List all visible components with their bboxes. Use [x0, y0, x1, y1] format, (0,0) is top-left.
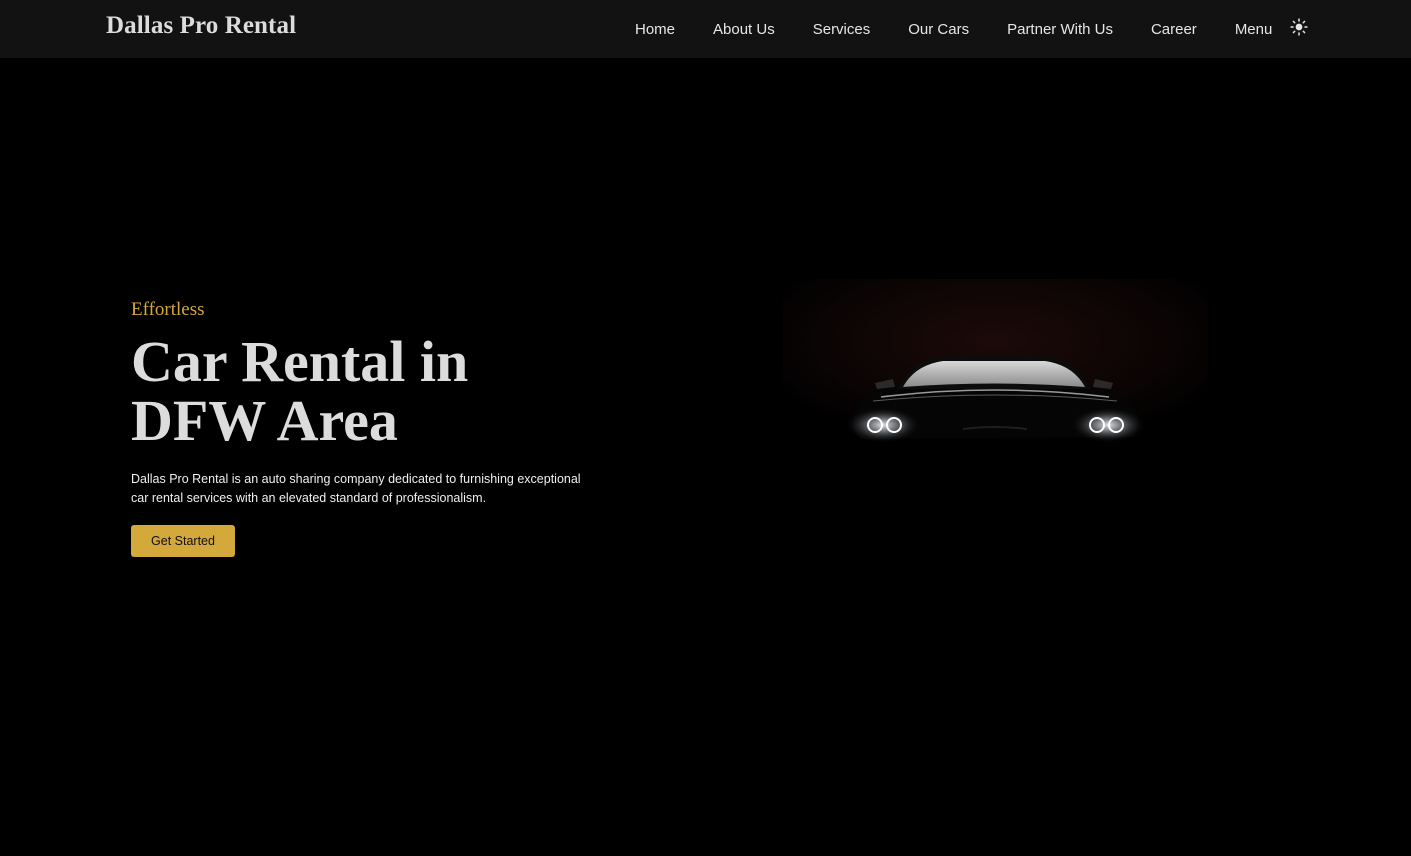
nav-link-menu[interactable]: Menu [1216, 21, 1292, 38]
hero-car-image [783, 279, 1208, 455]
theme-toggle-button[interactable] [1289, 17, 1309, 37]
hero-headline: Car Rental in DFW Area [131, 332, 611, 450]
navbar: Dallas Pro Rental Home About Us Services… [0, 0, 1411, 58]
nav-link-career[interactable]: Career [1132, 21, 1216, 38]
hero-headline-line2: DFW Area [131, 388, 398, 453]
hero-headline-line1: Car Rental in [131, 329, 469, 394]
nav-link-home[interactable]: Home [616, 21, 694, 38]
get-started-button[interactable]: Get Started [131, 525, 235, 557]
nav-links: Home About Us Services Our Cars Partner … [616, 0, 1291, 58]
nav-link-our-cars[interactable]: Our Cars [889, 21, 988, 38]
nav-link-services[interactable]: Services [794, 21, 890, 38]
nav-link-about-us[interactable]: About Us [694, 21, 794, 38]
hero-section: Effortless Car Rental in DFW Area Dallas… [131, 298, 611, 557]
hero-description: Dallas Pro Rental is an auto sharing com… [131, 472, 581, 505]
brand-logo[interactable]: Dallas Pro Rental [106, 12, 296, 40]
hero-eyebrow: Effortless [131, 299, 205, 320]
nav-link-partner-with-us[interactable]: Partner With Us [988, 21, 1132, 38]
sun-icon [1290, 18, 1308, 36]
